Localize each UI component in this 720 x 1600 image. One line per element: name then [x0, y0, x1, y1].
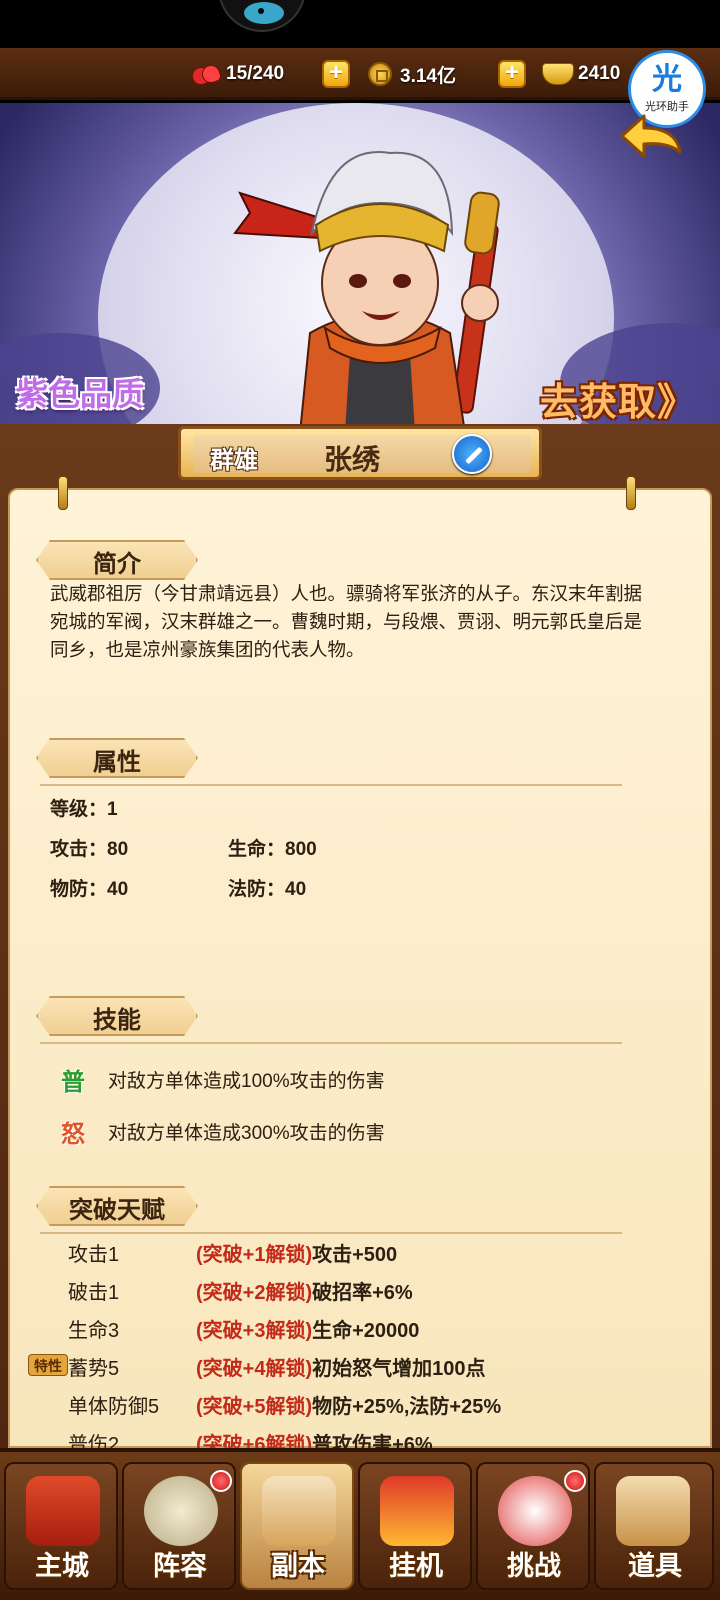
nav-label: 副本 [271, 1551, 325, 1581]
talent-name: 破击1 [68, 1282, 120, 1304]
resource-bar: 15/240 + 3.14亿 + 2410 [0, 48, 720, 100]
quality-label: 紫色品质 [16, 376, 145, 412]
attr-physical-defense: 物防：40 [50, 879, 129, 900]
attributes-title: 属性 [93, 749, 141, 776]
talent-name: 蓄势5 [68, 1358, 120, 1380]
talent-name: 攻击1 [68, 1244, 120, 1266]
ingot-counter: 2410 [542, 56, 620, 92]
stamina-value: 15/240 [226, 63, 285, 84]
versus-icon [498, 1476, 572, 1546]
gift-bag-icon [380, 1476, 454, 1546]
stamina-counter: 15/240 [190, 56, 284, 92]
ingot-value: 2410 [578, 63, 621, 84]
talent-row: 破击1 (突破+2解锁) 破招率+6% [68, 1276, 413, 1305]
nav-dungeon[interactable]: 副本 [240, 1462, 354, 1590]
talent-unlock-condition: (突破+5解锁) [196, 1396, 313, 1418]
skill-normal-attack[interactable]: 普 对敌方单体造成100%攻击的伤害 [56, 1062, 385, 1096]
talent-row: 单体防御5 (突破+5解锁) 物防+25%,法防+25% [68, 1390, 501, 1419]
item-bag-icon [616, 1476, 690, 1546]
attr-level: 等级：1 [50, 799, 118, 820]
talent-row: 蓄势5 (突破+4解锁) 初始怒气增加100点 [68, 1352, 486, 1381]
status-bar [0, 0, 720, 48]
skill-rage-attack[interactable]: 怒 对敌方单体造成300%攻击的伤害 [56, 1114, 385, 1148]
talents-divider [40, 1232, 622, 1234]
intro-title: 简介 [93, 551, 141, 578]
attr-attack: 攻击：80 [50, 839, 129, 860]
feature-tag: 特性 [28, 1354, 68, 1376]
hero-faction: 群雄 [210, 447, 258, 474]
edit-name-button[interactable] [452, 434, 492, 474]
nav-main-city[interactable]: 主城 [4, 1462, 118, 1590]
camera-notch [218, 0, 306, 32]
attributes-divider [40, 784, 622, 786]
back-arrow-icon[interactable] [614, 112, 688, 168]
skills-title: 技能 [93, 1007, 141, 1034]
hero-banner: 紫色品质 去获取》 [0, 103, 720, 425]
intro-section-header: 简介 [28, 540, 206, 580]
nav-label: 挑战 [507, 1551, 561, 1581]
add-coin-button[interactable]: + [498, 60, 526, 88]
skills-section-header: 技能 [28, 996, 206, 1036]
scroll-pin-left [58, 476, 68, 510]
palace-icon [26, 1476, 100, 1546]
talent-unlock-condition: (突破+3解锁) [196, 1320, 313, 1342]
coin-icon [368, 62, 392, 86]
talent-unlock-condition: (突破+2解锁) [196, 1282, 313, 1304]
talent-effect: 物防+25%,法防+25% [312, 1396, 502, 1418]
normal-attack-badge-icon: 普 [61, 1068, 85, 1096]
rage-skill-badge-icon: 怒 [61, 1120, 85, 1148]
talent-name: 单体防御5 [68, 1396, 160, 1418]
talent-effect: 破招率+6% [312, 1282, 413, 1304]
nav-label: 挂机 [389, 1551, 443, 1581]
talent-effect: 攻击+500 [312, 1244, 398, 1266]
talent-name: 生命3 [68, 1320, 120, 1342]
talent-unlock-condition: (突破+1解锁) [196, 1244, 313, 1266]
talent-row: 攻击1 (突破+1解锁) 攻击+500 [68, 1238, 397, 1267]
coin-counter: 3.14亿 [368, 56, 456, 92]
talents-section-header: 突破天赋 [28, 1186, 206, 1226]
notification-dot [564, 1470, 586, 1492]
talents-title: 突破天赋 [69, 1197, 165, 1224]
war-banner-icon [144, 1476, 218, 1546]
stamina-heart-icon [190, 63, 220, 85]
coin-value: 3.14亿 [400, 65, 456, 87]
nav-label: 阵容 [153, 1551, 207, 1581]
bottom-navigation: 主城 阵容 副本 挂机 挑战 道具 [0, 1448, 720, 1600]
skill-description: 对敌方单体造成300%攻击的伤害 [108, 1122, 385, 1144]
talent-effect: 生命+20000 [312, 1320, 420, 1342]
nav-label: 主城 [35, 1551, 89, 1581]
scroll-pin-right [626, 476, 636, 510]
hero-name: 张绣 [324, 444, 381, 475]
talent-row: 生命3 (突破+3解锁) 生命+20000 [68, 1314, 419, 1343]
attr-magic-defense: 法防：40 [228, 879, 307, 900]
intro-text: 武威郡祖厉（今甘肃靖远县）人也。骠骑将军张济的从子。东汉末年割据宛城的军阀，汉末… [50, 583, 643, 660]
talent-unlock-condition: (突破+4解锁) [196, 1358, 313, 1380]
assistant-icon: 光 [652, 63, 682, 96]
gold-ingot-icon [542, 63, 574, 85]
hero-portrait [233, 151, 500, 425]
obtain-button[interactable]: 去获取》 [540, 371, 696, 425]
talent-effect: 初始怒气增加100点 [312, 1358, 486, 1380]
bird-icon [244, 2, 284, 24]
nav-items[interactable]: 道具 [594, 1462, 714, 1590]
hero-name-bar: 群雄 张绣 [166, 418, 554, 488]
nav-idle[interactable]: 挂机 [358, 1462, 472, 1590]
skill-description: 对敌方单体造成100%攻击的伤害 [108, 1070, 385, 1092]
nav-challenge[interactable]: 挑战 [476, 1462, 590, 1590]
attr-hp: 生命：800 [228, 839, 317, 860]
skills-divider [40, 1042, 622, 1044]
notification-dot [210, 1470, 232, 1492]
nav-label: 道具 [628, 1551, 682, 1581]
nav-lineup[interactable]: 阵容 [122, 1462, 236, 1590]
add-stamina-button[interactable]: + [322, 60, 350, 88]
dungeon-scroll-icon [262, 1476, 336, 1546]
attributes-section-header: 属性 [28, 738, 206, 778]
